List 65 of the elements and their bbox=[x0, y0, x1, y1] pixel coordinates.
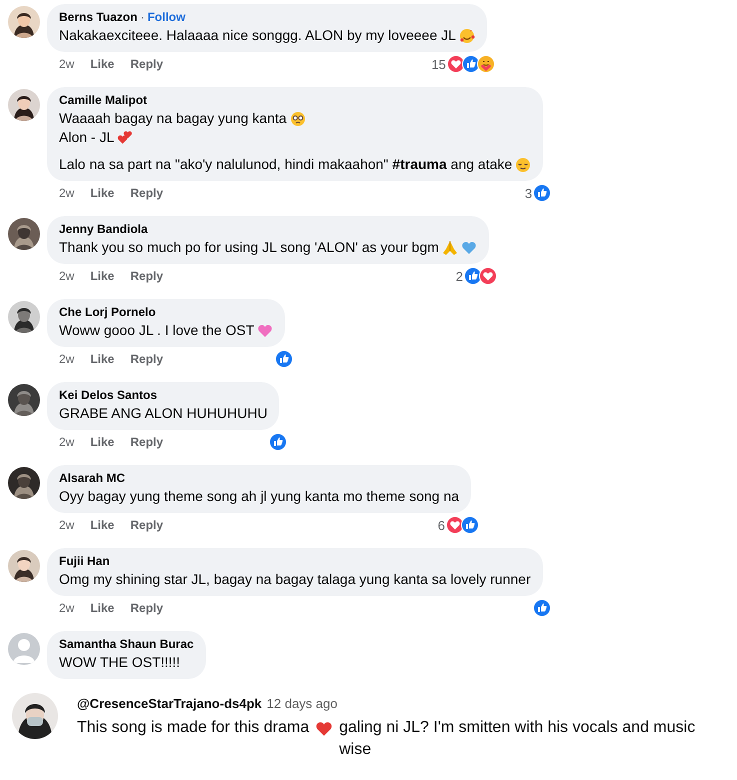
comment-text: Oyy bagay yung theme song ah jl yung kanta mo theme song na bbox=[59, 487, 460, 506]
smiling-face-with-hearts-icon bbox=[458, 28, 475, 44]
heart-icon bbox=[460, 240, 477, 256]
comment-text: Nakakaexciteee. Halaaaa nice songgg. ALON by my loveeee JL bbox=[59, 26, 456, 45]
pleading-face-icon bbox=[290, 110, 306, 126]
reaction-count: 2 bbox=[456, 268, 463, 284]
reply-link[interactable]: Reply bbox=[130, 518, 164, 532]
reaction-count: 6 bbox=[438, 518, 446, 532]
two-hearts-icon bbox=[117, 130, 134, 146]
comment-time: 2w bbox=[59, 57, 74, 71]
comment-time: 2w bbox=[59, 601, 74, 615]
reply-link[interactable]: Reply bbox=[130, 57, 164, 71]
comment-text: galing ni JL? I'm smitten with his vocals and music wise bbox=[339, 718, 696, 760]
relieved-face-icon bbox=[515, 156, 532, 172]
like-reaction-icon bbox=[533, 184, 552, 202]
like-link[interactable]: Like bbox=[90, 57, 114, 71]
commenter-name[interactable]: Fujii Han bbox=[59, 554, 110, 568]
comment-time: 2w bbox=[59, 186, 74, 200]
reaction-count: 15 bbox=[431, 56, 446, 72]
like-reaction-icon bbox=[532, 599, 551, 617]
like-link[interactable]: Like bbox=[90, 269, 114, 283]
comment-text: Lalo na sa part na "ako'y nalulunod, hindi makaahon" #trauma ang atake bbox=[59, 155, 512, 174]
comment-text: This song is made for this drama bbox=[77, 718, 310, 738]
commenter-name[interactable]: Samantha Shaun Burac bbox=[59, 637, 194, 651]
comment-text: GRABE ANG ALON HUHUHUHU bbox=[59, 404, 268, 423]
reply-link[interactable]: Reply bbox=[130, 435, 164, 449]
reply-link[interactable]: Reply bbox=[130, 601, 164, 615]
reply-link[interactable]: Reply bbox=[130, 186, 164, 200]
like-reaction-icon bbox=[461, 516, 480, 534]
like-link[interactable]: Like bbox=[90, 352, 114, 366]
channel-handle[interactable]: @CresenceStarTrajano-ds4pk bbox=[77, 696, 262, 711]
like-link[interactable]: Like bbox=[90, 186, 114, 200]
reply-link[interactable]: Reply bbox=[130, 352, 164, 366]
separator-dot: · bbox=[140, 10, 144, 24]
reply-link[interactable]: Reply bbox=[130, 269, 164, 283]
comment-text: Waaaah bagay na bagay yung kanta bbox=[59, 109, 287, 128]
like-reaction-icon bbox=[269, 433, 288, 451]
heart-icon bbox=[257, 322, 274, 338]
like-link[interactable]: Like bbox=[90, 518, 114, 532]
comment-text: Alon - JL bbox=[59, 128, 114, 147]
commenter-name[interactable]: Berns Tuazon bbox=[59, 10, 138, 24]
comment-time: 2w bbox=[59, 269, 74, 283]
default-avatar-icon bbox=[8, 633, 40, 665]
comment-time: 2w bbox=[59, 352, 74, 366]
care-reaction-icon bbox=[476, 55, 495, 73]
comment-text: WOW THE OST!!!!! bbox=[59, 653, 180, 672]
commenter-name[interactable]: Camille Malipot bbox=[59, 93, 148, 107]
love-reaction-icon bbox=[478, 267, 497, 285]
comment-time: 2w bbox=[59, 435, 74, 449]
comment-time: 2w bbox=[59, 518, 74, 532]
commenter-name[interactable]: Kei Delos Santos bbox=[59, 388, 158, 402]
reaction-count: 3 bbox=[524, 186, 532, 200]
commenter-name[interactable]: Jenny Bandiola bbox=[59, 222, 148, 236]
comment-time: 12 days ago bbox=[266, 696, 338, 711]
like-link[interactable]: Like bbox=[90, 435, 114, 449]
commenter-name[interactable]: Che Lorj Pornelo bbox=[59, 305, 156, 319]
commenter-name[interactable]: Alsarah MC bbox=[59, 471, 126, 485]
follow-link[interactable]: Follow bbox=[147, 10, 186, 24]
praying-hands-icon bbox=[442, 240, 458, 256]
comment-text: Thank you so much po for using JL song 'ALON' as your bgm bbox=[59, 238, 439, 257]
heart-icon bbox=[315, 720, 334, 738]
like-reaction-icon bbox=[275, 350, 294, 368]
comment-text: Woww gooo JL . I love the OST bbox=[59, 321, 254, 340]
like-link[interactable]: Like bbox=[90, 601, 114, 615]
comment-text: Omg my shining star JL, bagay na bagay talaga yung kanta sa lovely runner bbox=[59, 570, 531, 589]
